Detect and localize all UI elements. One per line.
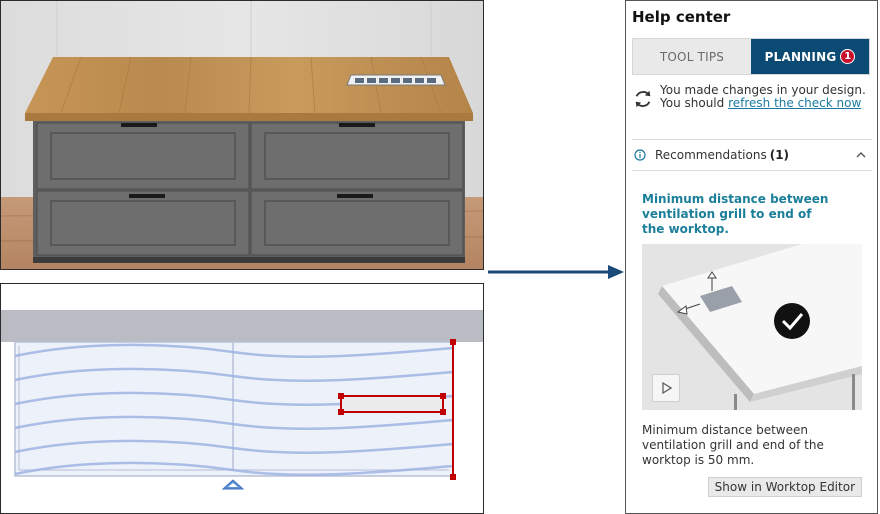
info-icon <box>634 149 646 161</box>
tab-planning[interactable]: PLANNING 1 <box>751 39 869 74</box>
help-tabs: TOOL TIPS PLANNING 1 <box>632 38 870 75</box>
recommendation-description: Minimum distance between ventilation gri… <box>642 423 824 467</box>
worktop-edge <box>25 113 473 121</box>
refresh-line-2: You should refresh the check now <box>660 97 866 110</box>
recommendations-count: (1) <box>769 148 790 162</box>
play-video-button[interactable] <box>652 374 680 402</box>
refresh-notice: You made changes in your design. You sho… <box>632 84 872 110</box>
kitchen-3d-render[interactable] <box>0 0 484 270</box>
worktop-plan-view[interactable] <box>0 283 484 514</box>
checkmark-icon <box>774 303 810 339</box>
refresh-message: You made changes in your design. You sho… <box>660 84 866 110</box>
recommendation-title: Minimum distance between ventilation gri… <box>642 192 829 236</box>
refresh-icon[interactable] <box>632 88 654 110</box>
chevron-up-icon[interactable] <box>856 150 866 160</box>
recommendations-header[interactable]: Recommendations (1) <box>632 139 872 171</box>
worktop-plan-drawing <box>1 310 483 490</box>
kitchen-island-scene <box>1 1 483 269</box>
planning-count-badge: 1 <box>840 49 856 64</box>
help-center-title: Help center <box>632 8 731 26</box>
refresh-check-link[interactable]: refresh the check now <box>728 96 861 110</box>
grill-cutout <box>340 395 444 413</box>
recommendation-illustration <box>642 244 862 410</box>
recommendation-card: Minimum distance between ventilation gri… <box>632 179 872 509</box>
help-center-panel: Help center TOOL TIPS PLANNING 1 You mad… <box>625 0 878 514</box>
refresh-line-2-prefix: You should <box>660 96 729 110</box>
show-in-worktop-editor-button[interactable]: Show in Worktop Editor <box>707 477 862 497</box>
recommendations-label: Recommendations <box>655 148 767 162</box>
arrow-right-icon <box>488 265 624 279</box>
tab-tool-tips[interactable]: TOOL TIPS <box>633 39 751 74</box>
play-icon <box>662 382 672 394</box>
tab-tool-tips-label: TOOL TIPS <box>659 49 725 64</box>
tab-planning-label: PLANNING <box>764 49 837 64</box>
wall-strip <box>1 310 483 342</box>
